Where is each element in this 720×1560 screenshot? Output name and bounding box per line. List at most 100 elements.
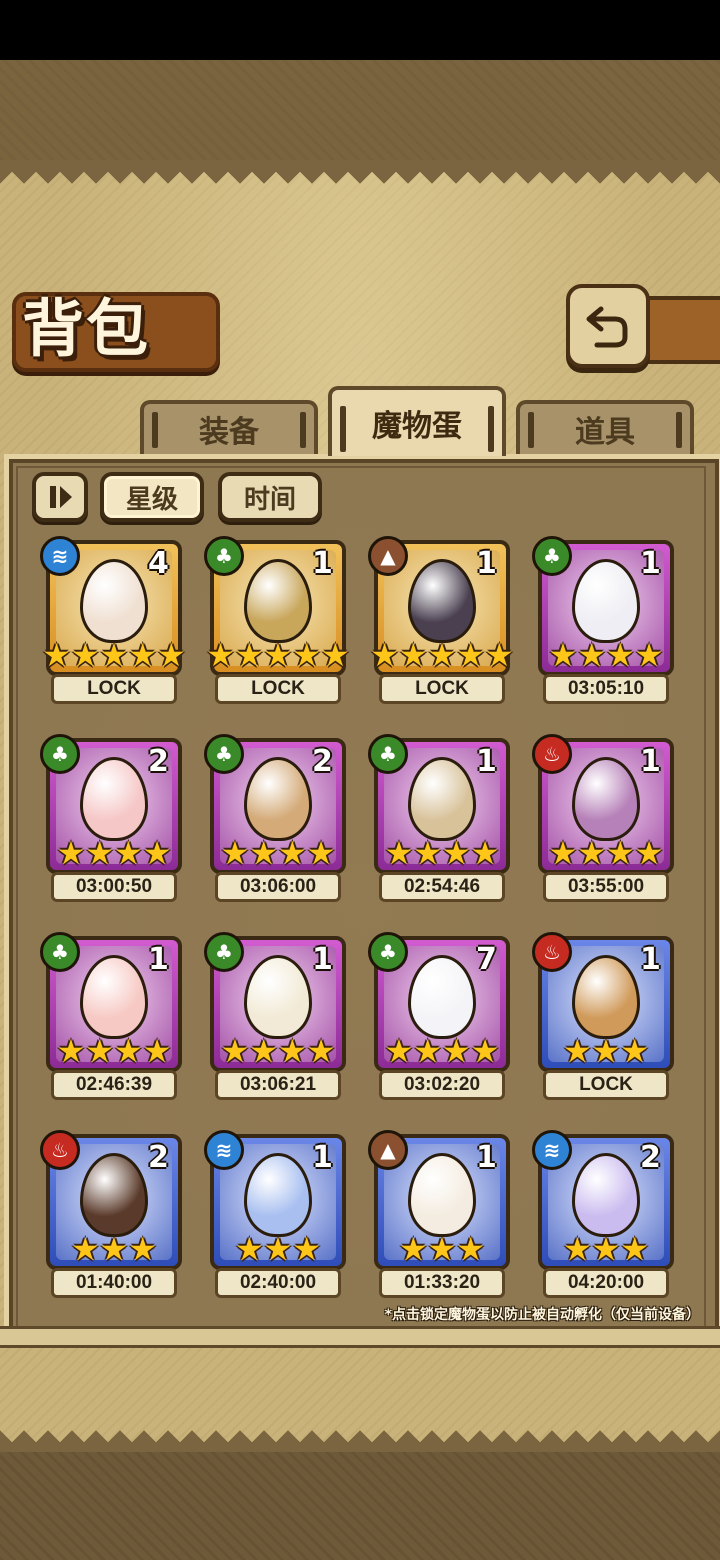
egg-count: 2 [148, 1140, 169, 1175]
star-icon: ★ [306, 834, 336, 872]
star-icon: ★ [249, 834, 278, 872]
hatch-timer: 03:00:50 [51, 872, 177, 902]
hatch-timer: 03:05:10 [543, 674, 669, 704]
star-icon: ★ [442, 1032, 471, 1070]
lock-label: LOCK [215, 674, 341, 704]
star-icon: ★ [321, 636, 350, 674]
star-rating: ★ ★ ★ ★ [538, 638, 674, 672]
star-icon: ★ [577, 834, 606, 872]
tab-equipment[interactable]: 装备 [140, 400, 318, 454]
tab-monster-eggs[interactable]: 魔物蛋 [328, 386, 506, 456]
star-rating: ★ ★ ★ ★ [210, 1034, 346, 1068]
wood-element-icon: ♣ [368, 734, 408, 774]
star-rating: ★ ★ ★ [538, 1034, 674, 1068]
egg-count: 1 [640, 942, 661, 977]
hatch-timer: 01:33:20 [379, 1268, 505, 1298]
star-icon: ★ [128, 636, 158, 674]
lock-label: LOCK [379, 674, 505, 704]
sort-by-time-button[interactable]: 时间 [218, 472, 322, 522]
tab-divider [528, 412, 534, 448]
star-rating: ★ ★ ★ ★ [46, 836, 182, 870]
hatch-timer: 04:20:00 [543, 1268, 669, 1298]
sort-by-star-button[interactable]: 星级 [100, 472, 204, 522]
hatch-timer: 02:54:46 [379, 872, 505, 902]
star-rating: ★ ★ ★ [210, 1232, 346, 1266]
egg-count: 7 [476, 942, 497, 977]
egg-count: 1 [640, 546, 661, 581]
star-icon: ★ [456, 1230, 486, 1268]
egg-count: 1 [476, 546, 497, 581]
star-icon: ★ [456, 636, 486, 674]
star-icon: ★ [620, 1230, 650, 1268]
star-icon: ★ [85, 834, 114, 872]
back-arrow-icon [586, 306, 628, 348]
star-icon: ★ [591, 1230, 621, 1268]
star-icon: ★ [70, 636, 100, 674]
wood-element-icon: ♣ [40, 734, 80, 774]
star-icon: ★ [70, 1230, 100, 1268]
star-icon: ★ [306, 1032, 336, 1070]
tab-divider [152, 412, 158, 448]
star-icon: ★ [398, 1230, 428, 1268]
water-element-icon: ≋ [532, 1130, 572, 1170]
star-icon: ★ [234, 636, 264, 674]
tab-divider [300, 412, 306, 448]
wood-element-icon: ♣ [368, 932, 408, 972]
fire-element-icon: ♨ [40, 1130, 80, 1170]
wood-element-icon: ♣ [204, 536, 244, 576]
star-icon: ★ [220, 1032, 250, 1070]
star-icon: ★ [99, 1230, 129, 1268]
tab-label: 装备 [199, 415, 259, 450]
star-icon: ★ [442, 834, 471, 872]
wood-element-icon: ♣ [204, 734, 244, 774]
hatch-timer: 02:40:00 [215, 1268, 341, 1298]
hatch-timer: 01:40:00 [51, 1268, 177, 1298]
fire-element-icon: ♨ [532, 932, 572, 972]
tab-divider [488, 406, 494, 452]
star-rating: ★ ★ ★ [374, 1232, 510, 1266]
wood-element-icon: ♣ [40, 932, 80, 972]
back-button[interactable] [566, 284, 650, 368]
star-icon: ★ [220, 834, 250, 872]
sort-order-toggle[interactable] [32, 472, 88, 522]
star-icon: ★ [42, 636, 71, 674]
star-icon: ★ [562, 1032, 592, 1070]
pause-icon [50, 486, 72, 508]
wood-element-icon: ♣ [532, 536, 572, 576]
egg-count: 2 [148, 744, 169, 779]
star-icon: ★ [206, 636, 235, 674]
star-icon: ★ [548, 834, 578, 872]
star-icon: ★ [85, 1032, 114, 1070]
lock-label: LOCK [51, 674, 177, 704]
star-rating: ★ ★ ★ ★ [374, 1034, 510, 1068]
star-rating: ★ ★ ★ [538, 1232, 674, 1266]
star-icon: ★ [470, 1032, 500, 1070]
star-icon: ★ [142, 1032, 172, 1070]
hatch-timer: 03:02:20 [379, 1070, 505, 1100]
egg-count: 1 [476, 744, 497, 779]
star-rating: ★ ★ ★ ★ [46, 1034, 182, 1068]
star-icon: ★ [278, 1032, 307, 1070]
star-icon: ★ [606, 636, 635, 674]
star-icon: ★ [128, 1230, 158, 1268]
status-bar [0, 0, 720, 60]
earth-element-icon: ▲ [368, 1130, 408, 1170]
tab-label: 魔物蛋 [372, 409, 462, 444]
egg-count: 4 [148, 546, 169, 581]
tab-divider [676, 412, 682, 448]
torn-edge-bottom [0, 1430, 720, 1454]
tab-bar: 装备 魔物蛋 道具 [10, 386, 710, 456]
star-rating: ★ ★ ★ ★ ★ [42, 636, 185, 674]
star-icon: ★ [485, 636, 514, 674]
star-icon: ★ [234, 1230, 264, 1268]
tab-items[interactable]: 道具 [516, 400, 694, 454]
star-icon: ★ [634, 636, 664, 674]
star-icon: ★ [591, 1032, 621, 1070]
lower-map-strip [0, 1452, 720, 1560]
star-icon: ★ [384, 834, 414, 872]
hatch-timer: 02:46:39 [51, 1070, 177, 1100]
star-icon: ★ [548, 636, 578, 674]
star-icon: ★ [263, 636, 293, 674]
hatch-timer: 03:06:21 [215, 1070, 341, 1100]
egg-count: 1 [640, 744, 661, 779]
